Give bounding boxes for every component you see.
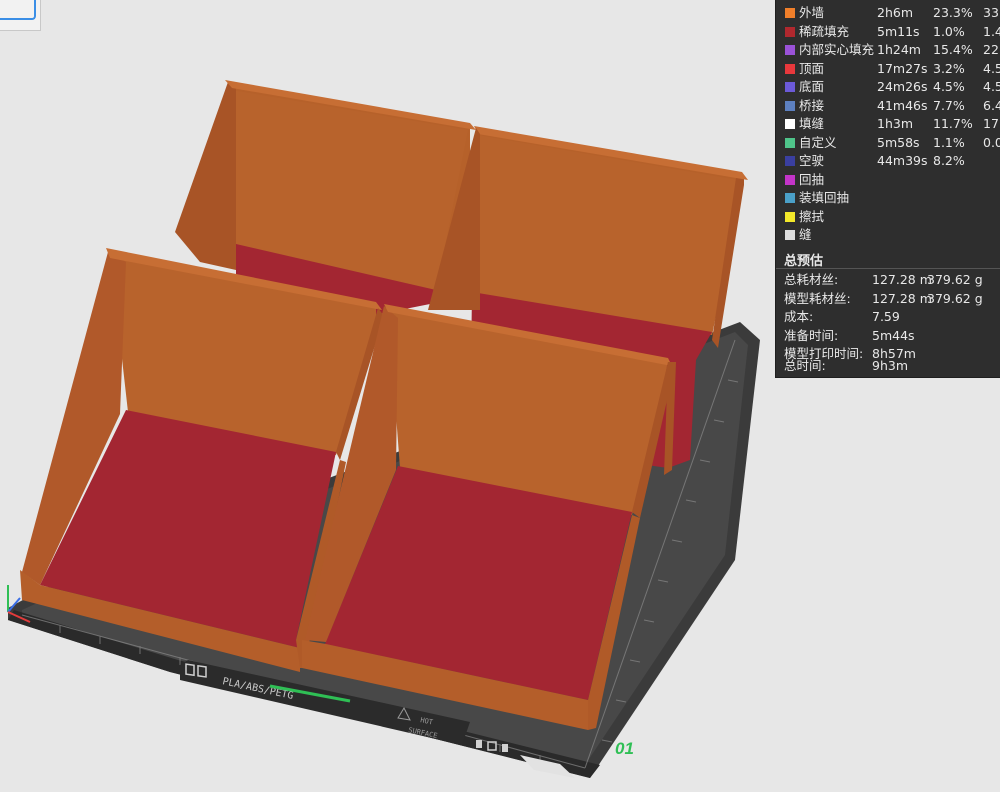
feature-label: 底面 [799,79,825,94]
summary-value: 7.59 [872,309,900,324]
feature-row-sparse-infill: 稀疏填充 5m11s 1.0% 1.4 [776,23,1000,41]
summary-value: 127.28 m [872,290,932,306]
summary-value: 9h3m [872,358,909,373]
feature-percent: 23.3% [933,5,973,20]
summary-value: 5m44s [872,327,915,343]
feature-label: 桥接 [799,97,825,113]
color-swatch [785,193,795,203]
feature-time: 5m11s [877,23,920,39]
slicing-statistics-panel: 外墙 2h6m 23.3% 33. 稀疏填充 5m11s 1.0% 1.4 内部… [775,0,1000,378]
summary-label: 总耗材丝: [784,272,839,287]
color-swatch [785,45,795,55]
summary-value-weight: 379.62 g [927,290,983,306]
summary-row-cost: 成本: 7.59 [784,308,900,326]
color-swatch [785,82,795,92]
feature-time: 24m26s [877,79,928,94]
feature-label: 稀疏填充 [799,23,850,39]
feature-label: 顶面 [799,60,825,76]
feature-extra: 1.4 [983,23,1000,39]
feature-row-outer-wall: 外墙 2h6m 23.3% 33. [776,4,1000,22]
feature-label: 自定义 [799,134,837,150]
summary-value-weight: 379.62 g [927,272,983,287]
color-swatch [785,156,795,166]
feature-time: 2h6m [877,5,914,20]
feature-row-top-surface: 顶面 17m27s 3.2% 4.5 [776,60,1000,78]
feature-label: 填缝 [799,116,825,131]
color-swatch [785,63,795,74]
feature-extra: 4.5 [983,79,1000,94]
summary-divider [776,268,1000,269]
summary-title: 总预估 [784,254,824,269]
feature-label: 空驶 [799,153,825,168]
feature-row-unretract: 装填回抽 [776,189,1000,207]
feature-percent: 7.7% [933,97,965,113]
color-swatch [785,211,795,222]
summary-row-model-filament: 模型耗材丝: 127.28 m 379.62 g [784,290,983,308]
color-swatch [785,137,795,148]
feature-row-gap-fill: 填缝 1h3m 11.7% 17. [776,115,1000,133]
summary-row-total-time: 总时间: 9h3m [784,357,908,375]
feature-row-retract: 回抽 [776,171,1000,189]
summary-label: 准备时间: [784,327,839,343]
feature-row-travel: 空驶 44m39s 8.2% [776,152,1000,170]
feature-extra: 6.4 [983,97,1000,113]
feature-extra: 33. [983,5,1000,20]
feature-label: 内部实心填充 [799,42,875,57]
feature-row-bridge: 桥接 41m46s 7.7% 6.4 [776,97,1000,115]
feature-time: 1h24m [877,42,921,57]
feature-label: 擦拭 [799,208,825,224]
feature-percent: 15.4% [933,42,973,57]
color-swatch [785,100,795,111]
color-swatch [785,230,795,240]
feature-extra: 22. [983,42,1000,57]
feature-time: 44m39s [877,153,928,168]
feature-row-wipe: 擦拭 [776,208,1000,226]
color-swatch [785,26,795,37]
feature-percent: 4.5% [933,79,965,94]
feature-time: 1h3m [877,116,914,131]
feature-percent: 11.7% [933,116,973,131]
feature-row-bottom-surface: 底面 24m26s 4.5% 4.5 [776,78,1000,96]
feature-label: 装填回抽 [799,190,850,205]
feature-label: 缝 [799,227,812,242]
summary-label: 总时间: [784,358,826,373]
feature-percent: 1.1% [933,134,965,150]
feature-time: 17m27s [877,60,928,76]
feature-row-seam: 缝 [776,226,1000,244]
color-swatch [785,8,795,18]
feature-extra: 17. [983,116,1000,131]
plate-number: 01 [615,739,634,758]
summary-row-total-filament: 总耗材丝: 127.28 m 379.62 g [784,271,983,289]
feature-label: 回抽 [799,171,825,187]
summary-label: 成本: [784,309,814,324]
feature-extra: 4.5 [983,60,1000,76]
feature-percent: 1.0% [933,23,965,39]
feature-extra: 0.0 [983,134,1000,150]
feature-percent: 3.2% [933,60,965,76]
color-swatch [785,174,795,185]
summary-value: 127.28 m [872,272,932,287]
feature-row-custom: 自定义 5m58s 1.1% 0.0 [776,134,1000,152]
feature-percent: 8.2% [933,153,965,168]
feature-time: 41m46s [877,97,928,113]
summary-label: 模型耗材丝: [784,290,851,306]
summary-row-prepare-time: 准备时间: 5m44s [784,327,915,345]
feature-label: 外墙 [799,5,825,20]
feature-time: 5m58s [877,134,920,150]
feature-row-internal-solid-infill: 内部实心填充 1h24m 15.4% 22. [776,41,1000,59]
color-swatch [785,119,795,129]
